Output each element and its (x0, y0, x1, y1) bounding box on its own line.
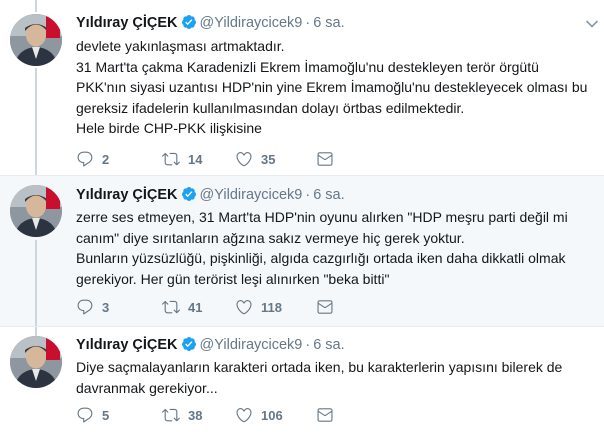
verified-badge-icon (181, 336, 197, 357)
retweet-button[interactable]: 38 (162, 405, 202, 425)
dm-button[interactable] (316, 149, 334, 169)
heart-icon (236, 152, 252, 167)
like-count: 106 (261, 407, 283, 423)
tweet-text-line: devlete yakınlaşması artmaktadır. (76, 38, 285, 54)
reply-icon (77, 407, 93, 423)
heart-icon (236, 408, 252, 423)
reply-button[interactable]: 5 (76, 405, 109, 425)
tweet-text-line: davranmak gerekiyor... (76, 379, 218, 396)
tweet-text: devlete yakınlaşması artmaktadır. 31 Mar… (76, 36, 591, 139)
separator-dot: · (305, 187, 311, 203)
tweet-text-line: canım" diye sırıtanların ağzına sakız ve… (76, 229, 465, 246)
retweet-count: 14 (188, 151, 203, 167)
dm-button[interactable] (316, 297, 334, 317)
author-name[interactable]: Yıldıray ÇİÇEK (76, 15, 178, 31)
tweet-text-line: zerre ses etmeyen, 31 Mart'ta HDP'nin oy… (76, 209, 568, 225)
reply-count: 2 (102, 151, 110, 167)
like-button[interactable]: 118 (235, 297, 282, 317)
like-count: 118 (261, 299, 282, 315)
chevron-down-icon[interactable] (585, 19, 599, 29)
thread-connector (35, 240, 37, 326)
tweet-text-line: gereksiz ifadelerin kullanılmasından dol… (76, 99, 465, 116)
tweet-text-line: 31 Mart'ta çakma Karadenizli Ekrem İmamo… (76, 58, 539, 75)
retweet-button[interactable]: 14 (162, 149, 202, 169)
tweet-text-line: Bunların yüzsüzlüğü, pişkinliği, algıda … (76, 250, 566, 267)
retweet-icon (162, 408, 180, 422)
retweet-icon (162, 152, 180, 166)
tweet-text-line: Diye saçmalayanların karakteri ortada ik… (76, 359, 563, 375)
author-name[interactable]: Yıldıray ÇİÇEK (76, 337, 178, 353)
avatar[interactable] (10, 14, 62, 66)
retweet-count: 38 (188, 407, 203, 423)
tweet-actions: 3 41 118 (76, 297, 336, 317)
reply-button[interactable]: 3 (76, 297, 109, 317)
retweet-button[interactable]: 41 (162, 297, 202, 317)
retweet-count: 41 (188, 299, 203, 315)
tweet-text: zerre ses etmeyen, 31 Mart'ta HDP'nin oy… (76, 207, 591, 289)
tweet[interactable]: Yıldıray ÇİÇEK @Yildiraycicek9 · 6 sa. devl… (0, 0, 604, 175)
envelope-icon (317, 152, 333, 166)
verified-badge-icon (181, 186, 197, 207)
tweet-text-line: Hele birde CHP-PKK ilişkisine (76, 120, 262, 137)
reply-icon (77, 299, 93, 315)
timestamp[interactable]: 6 sa. (313, 187, 344, 203)
verified-badge-icon (181, 14, 197, 35)
reply-count: 5 (102, 407, 110, 423)
tweet-text-line: PKK'nın siyasi uzantısı HDP'nin yine Ekr… (76, 79, 588, 96)
reply-icon (77, 151, 93, 167)
tweet-text: Diye saçmalayanların karakteri ortada ik… (76, 357, 591, 398)
author-handle[interactable]: @Yildiraycicek9 (200, 187, 303, 203)
separator-dot: · (305, 337, 311, 353)
tweet-text-line: gerekiyor. Her gün terörist leşi alınırk… (76, 270, 390, 287)
heart-icon (236, 300, 252, 315)
avatar[interactable] (10, 336, 62, 388)
tweet[interactable]: Yıldıray ÇİÇEK @Yildiraycicek9 · 6 sa. Diye… (0, 327, 604, 434)
like-button[interactable]: 106 (235, 405, 283, 425)
like-button[interactable]: 35 (235, 149, 275, 169)
avatar[interactable] (10, 185, 62, 237)
retweet-icon (162, 300, 180, 314)
reply-count: 3 (102, 299, 110, 315)
timestamp[interactable]: 6 sa. (313, 337, 344, 353)
envelope-icon (317, 408, 333, 422)
tweet-actions: 5 38 106 (76, 405, 336, 425)
dm-button[interactable] (316, 405, 334, 425)
author-name[interactable]: Yıldıray ÇİÇEK (76, 187, 178, 203)
author-handle[interactable]: @Yildiraycicek9 (200, 15, 303, 31)
like-count: 35 (261, 151, 276, 167)
author-handle[interactable]: @Yildiraycicek9 (200, 337, 303, 353)
timestamp[interactable]: 6 sa. (313, 15, 344, 31)
reply-button[interactable]: 2 (76, 149, 109, 169)
tweet[interactable]: Yıldıray ÇİÇEK @Yildiraycicek9 · 6 sa. zerr… (0, 176, 604, 326)
envelope-icon (317, 300, 333, 314)
tweet-actions: 2 14 35 (76, 149, 336, 169)
separator-dot: · (305, 15, 311, 31)
